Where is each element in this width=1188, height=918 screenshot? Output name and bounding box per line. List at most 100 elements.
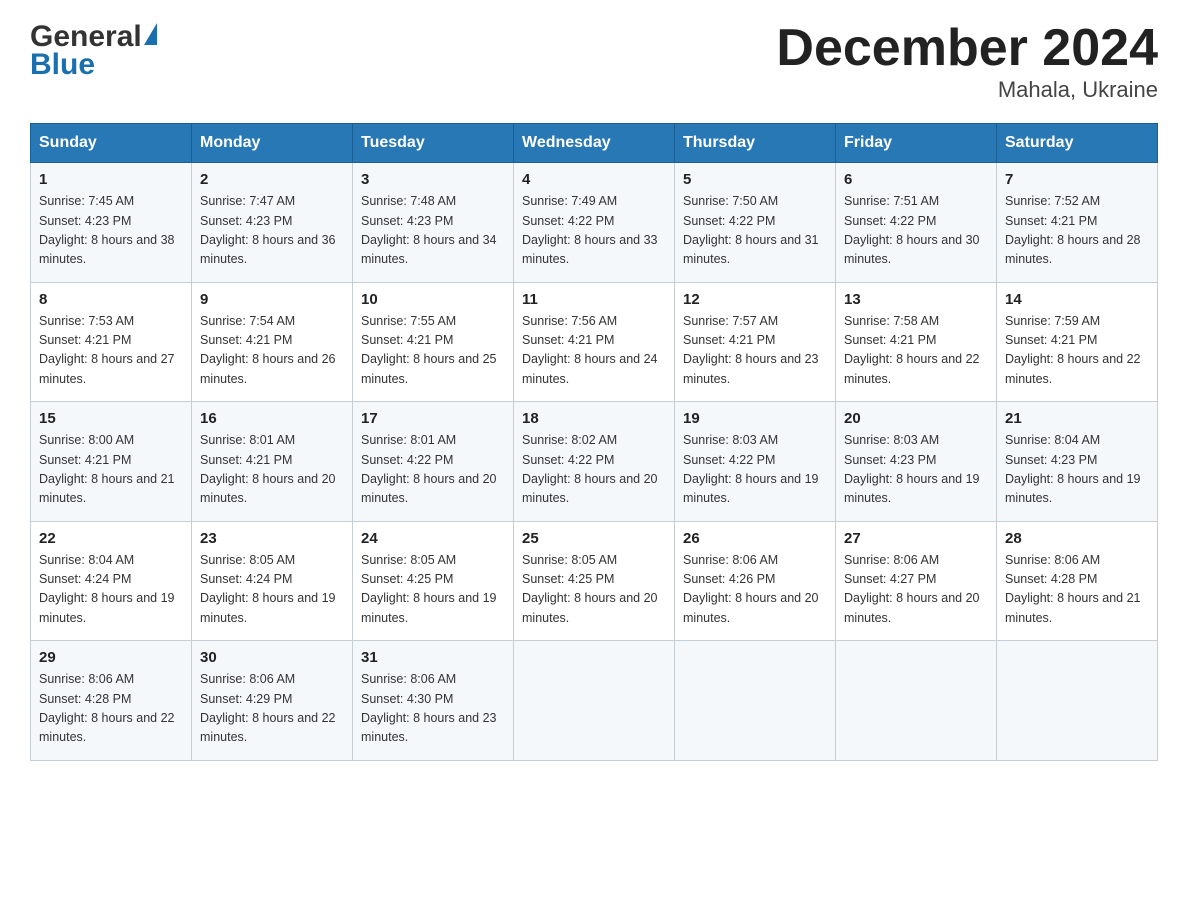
- day-info: Sunrise: 8:06 AMSunset: 4:29 PMDaylight:…: [200, 670, 344, 748]
- day-info: Sunrise: 8:06 AMSunset: 4:28 PMDaylight:…: [1005, 551, 1149, 629]
- calendar-cell: 9 Sunrise: 7:54 AMSunset: 4:21 PMDaylight…: [192, 282, 353, 402]
- day-info: Sunrise: 7:58 AMSunset: 4:21 PMDaylight:…: [844, 312, 988, 390]
- day-info: Sunrise: 8:01 AMSunset: 4:21 PMDaylight:…: [200, 431, 344, 509]
- calendar-cell: 29 Sunrise: 8:06 AMSunset: 4:28 PMDayligh…: [31, 641, 192, 761]
- day-number: 8: [39, 291, 183, 308]
- day-info: Sunrise: 7:57 AMSunset: 4:21 PMDaylight:…: [683, 312, 827, 390]
- day-info: Sunrise: 8:04 AMSunset: 4:24 PMDaylight:…: [39, 551, 183, 629]
- calendar-table: SundayMondayTuesdayWednesdayThursdayFrid…: [30, 123, 1158, 761]
- day-number: 1: [39, 171, 183, 188]
- day-of-week-saturday: Saturday: [997, 124, 1158, 163]
- day-info: Sunrise: 8:05 AMSunset: 4:25 PMDaylight:…: [522, 551, 666, 629]
- day-number: 20: [844, 410, 988, 427]
- day-of-week-sunday: Sunday: [31, 124, 192, 163]
- logo-blue-text: Blue: [30, 48, 157, 82]
- calendar-week-5: 29 Sunrise: 8:06 AMSunset: 4:28 PMDayligh…: [31, 641, 1158, 761]
- day-info: Sunrise: 7:50 AMSunset: 4:22 PMDaylight:…: [683, 192, 827, 270]
- day-number: 22: [39, 530, 183, 547]
- logo: General Blue: [30, 20, 157, 82]
- day-of-week-wednesday: Wednesday: [514, 124, 675, 163]
- day-info: Sunrise: 8:06 AMSunset: 4:28 PMDaylight:…: [39, 670, 183, 748]
- day-number: 6: [844, 171, 988, 188]
- day-info: Sunrise: 7:59 AMSunset: 4:21 PMDaylight:…: [1005, 312, 1149, 390]
- day-info: Sunrise: 7:45 AMSunset: 4:23 PMDaylight:…: [39, 192, 183, 270]
- day-info: Sunrise: 7:55 AMSunset: 4:21 PMDaylight:…: [361, 312, 505, 390]
- calendar-cell: [514, 641, 675, 761]
- calendar-cell: 16 Sunrise: 8:01 AMSunset: 4:21 PMDayligh…: [192, 402, 353, 522]
- calendar-cell: 24 Sunrise: 8:05 AMSunset: 4:25 PMDayligh…: [353, 521, 514, 641]
- day-info: Sunrise: 8:05 AMSunset: 4:25 PMDaylight:…: [361, 551, 505, 629]
- day-number: 13: [844, 291, 988, 308]
- day-number: 28: [1005, 530, 1149, 547]
- calendar-cell: 3Sunrise: 7:48 AMSunset: 4:23 PMDaylight…: [353, 163, 514, 283]
- days-of-week-row: SundayMondayTuesdayWednesdayThursdayFrid…: [31, 124, 1158, 163]
- day-number: 31: [361, 649, 505, 666]
- calendar-cell: [997, 641, 1158, 761]
- day-of-week-thursday: Thursday: [675, 124, 836, 163]
- title-block: December 2024 Mahala, Ukraine: [776, 20, 1158, 103]
- calendar-week-3: 15 Sunrise: 8:00 AMSunset: 4:21 PMDayligh…: [31, 402, 1158, 522]
- day-of-week-tuesday: Tuesday: [353, 124, 514, 163]
- calendar-week-2: 8 Sunrise: 7:53 AMSunset: 4:21 PMDaylight…: [31, 282, 1158, 402]
- day-number: 2: [200, 171, 344, 188]
- day-info: Sunrise: 8:00 AMSunset: 4:21 PMDaylight:…: [39, 431, 183, 509]
- day-number: 19: [683, 410, 827, 427]
- day-number: 12: [683, 291, 827, 308]
- calendar-cell: 5 Sunrise: 7:50 AMSunset: 4:22 PMDaylight…: [675, 163, 836, 283]
- day-number: 9: [200, 291, 344, 308]
- calendar-cell: 22 Sunrise: 8:04 AMSunset: 4:24 PMDayligh…: [31, 521, 192, 641]
- calendar-cell: 28 Sunrise: 8:06 AMSunset: 4:28 PMDayligh…: [997, 521, 1158, 641]
- day-number: 26: [683, 530, 827, 547]
- calendar-cell: 19 Sunrise: 8:03 AMSunset: 4:22 PMDayligh…: [675, 402, 836, 522]
- day-number: 16: [200, 410, 344, 427]
- day-info: Sunrise: 8:05 AMSunset: 4:24 PMDaylight:…: [200, 551, 344, 629]
- day-number: 29: [39, 649, 183, 666]
- calendar-title: December 2024: [776, 20, 1158, 77]
- day-info: Sunrise: 7:54 AMSunset: 4:21 PMDaylight:…: [200, 312, 344, 390]
- day-number: 4: [522, 171, 666, 188]
- calendar-cell: 13 Sunrise: 7:58 AMSunset: 4:21 PMDayligh…: [836, 282, 997, 402]
- calendar-subtitle: Mahala, Ukraine: [776, 77, 1158, 103]
- day-number: 10: [361, 291, 505, 308]
- calendar-cell: [836, 641, 997, 761]
- day-number: 14: [1005, 291, 1149, 308]
- day-info: Sunrise: 7:49 AMSunset: 4:22 PMDaylight:…: [522, 192, 666, 270]
- day-number: 15: [39, 410, 183, 427]
- calendar-cell: 20 Sunrise: 8:03 AMSunset: 4:23 PMDayligh…: [836, 402, 997, 522]
- day-info: Sunrise: 8:03 AMSunset: 4:22 PMDaylight:…: [683, 431, 827, 509]
- calendar-cell: 4 Sunrise: 7:49 AMSunset: 4:22 PMDaylight…: [514, 163, 675, 283]
- day-info: Sunrise: 8:06 AMSunset: 4:27 PMDaylight:…: [844, 551, 988, 629]
- day-number: 23: [200, 530, 344, 547]
- page-header: General Blue December 2024 Mahala, Ukrai…: [30, 20, 1158, 103]
- day-number: 17: [361, 410, 505, 427]
- day-number: 24: [361, 530, 505, 547]
- day-number: 11: [522, 291, 666, 308]
- calendar-cell: 30Sunrise: 8:06 AMSunset: 4:29 PMDayligh…: [192, 641, 353, 761]
- calendar-cell: 14 Sunrise: 7:59 AMSunset: 4:21 PMDayligh…: [997, 282, 1158, 402]
- calendar-cell: 27Sunrise: 8:06 AMSunset: 4:27 PMDayligh…: [836, 521, 997, 641]
- calendar-cell: 10 Sunrise: 7:55 AMSunset: 4:21 PMDayligh…: [353, 282, 514, 402]
- calendar-cell: 12 Sunrise: 7:57 AMSunset: 4:21 PMDayligh…: [675, 282, 836, 402]
- calendar-cell: 21Sunrise: 8:04 AMSunset: 4:23 PMDayligh…: [997, 402, 1158, 522]
- logo-arrow-icon: [144, 23, 157, 45]
- calendar-cell: 17Sunrise: 8:01 AMSunset: 4:22 PMDayligh…: [353, 402, 514, 522]
- calendar-cell: 18Sunrise: 8:02 AMSunset: 4:22 PMDayligh…: [514, 402, 675, 522]
- day-info: Sunrise: 7:56 AMSunset: 4:21 PMDaylight:…: [522, 312, 666, 390]
- calendar-cell: 8 Sunrise: 7:53 AMSunset: 4:21 PMDaylight…: [31, 282, 192, 402]
- calendar-cell: 31 Sunrise: 8:06 AMSunset: 4:30 PMDayligh…: [353, 641, 514, 761]
- day-of-week-friday: Friday: [836, 124, 997, 163]
- day-number: 5: [683, 171, 827, 188]
- calendar-cell: 2Sunrise: 7:47 AMSunset: 4:23 PMDaylight…: [192, 163, 353, 283]
- day-info: Sunrise: 7:52 AMSunset: 4:21 PMDaylight:…: [1005, 192, 1149, 270]
- day-info: Sunrise: 7:53 AMSunset: 4:21 PMDaylight:…: [39, 312, 183, 390]
- calendar-cell: [675, 641, 836, 761]
- calendar-cell: 23 Sunrise: 8:05 AMSunset: 4:24 PMDayligh…: [192, 521, 353, 641]
- calendar-body: 1 Sunrise: 7:45 AMSunset: 4:23 PMDaylight…: [31, 163, 1158, 761]
- day-number: 3: [361, 171, 505, 188]
- calendar-cell: 6Sunrise: 7:51 AMSunset: 4:22 PMDaylight…: [836, 163, 997, 283]
- day-info: Sunrise: 8:06 AMSunset: 4:30 PMDaylight:…: [361, 670, 505, 748]
- calendar-cell: 11 Sunrise: 7:56 AMSunset: 4:21 PMDayligh…: [514, 282, 675, 402]
- calendar-cell: 1 Sunrise: 7:45 AMSunset: 4:23 PMDaylight…: [31, 163, 192, 283]
- day-info: Sunrise: 8:03 AMSunset: 4:23 PMDaylight:…: [844, 431, 988, 509]
- day-number: 18: [522, 410, 666, 427]
